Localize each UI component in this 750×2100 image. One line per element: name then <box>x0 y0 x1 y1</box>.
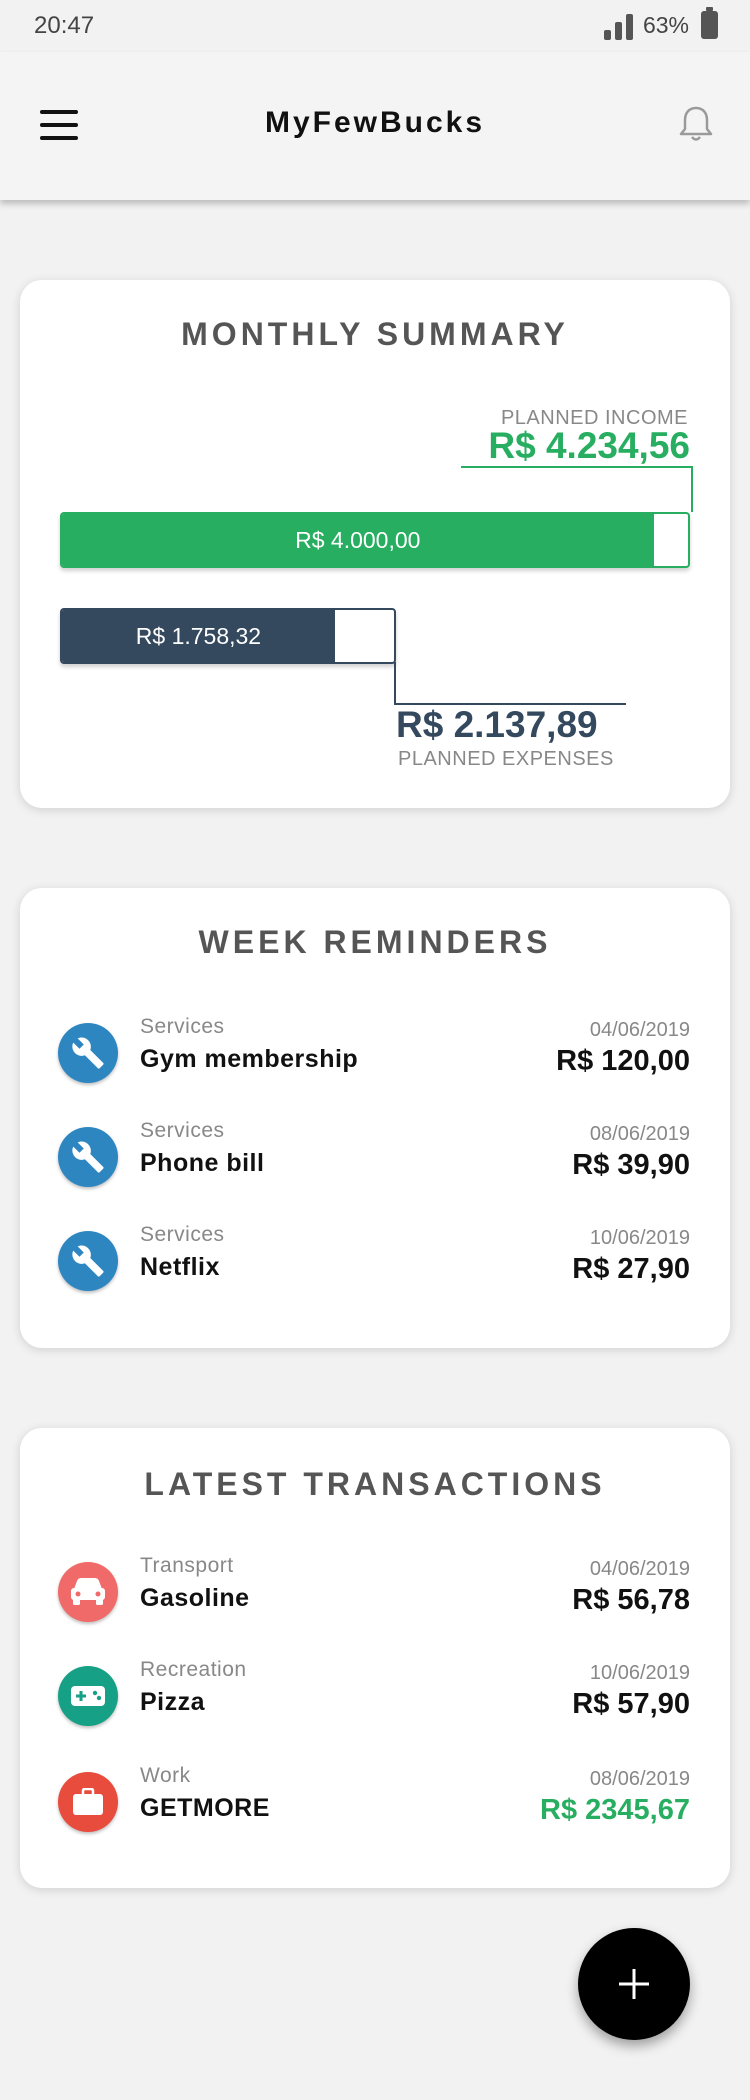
income-connector-line <box>461 466 693 512</box>
transaction-amount: R$ 57,90 <box>572 1688 690 1720</box>
list-item[interactable]: Services Gym membership 04/06/2019 R$ 12… <box>20 1013 730 1117</box>
reminder-category: Services <box>140 1223 225 1246</box>
reminder-date: 08/06/2019 <box>589 1123 690 1145</box>
transaction-date: 08/06/2019 <box>589 1768 690 1790</box>
car-icon <box>58 1562 118 1622</box>
reminder-name: Netflix <box>140 1253 220 1281</box>
wrench-icon <box>58 1023 118 1083</box>
list-item[interactable]: Work GETMORE 08/06/2019 R$ 2345,67 <box>20 1762 730 1866</box>
expenses-progress-fill: R$ 1.758,32 <box>62 610 335 662</box>
signal-icon <box>603 10 633 40</box>
transaction-name: GETMORE <box>140 1794 270 1822</box>
reminder-name: Phone bill <box>140 1149 265 1177</box>
transaction-date: 10/06/2019 <box>589 1662 690 1684</box>
list-item[interactable]: Services Netflix 10/06/2019 R$ 27,90 <box>20 1221 730 1325</box>
week-reminders-card: WEEK REMINDERS Services Gym membership 0… <box>20 888 730 1348</box>
status-time: 20:47 <box>34 12 95 39</box>
list-item[interactable]: Recreation Pizza 10/06/2019 R$ 57,90 <box>20 1656 730 1760</box>
battery-percent: 63% <box>642 11 689 38</box>
wrench-icon <box>58 1127 118 1187</box>
list-item[interactable]: Transport Gasoline 04/06/2019 R$ 56,78 <box>20 1552 730 1656</box>
reminder-name: Gym membership <box>140 1045 359 1073</box>
latest-transactions-title: LATEST TRANSACTIONS <box>144 1466 606 1502</box>
reminder-amount: R$ 39,90 <box>572 1149 690 1181</box>
app-bar: MyFewBucks <box>0 52 750 200</box>
planned-income-value: R$ 4.234,56 <box>488 425 690 466</box>
expenses-actual-value: R$ 1.758,32 <box>135 622 262 649</box>
income-progress-fill: R$ 4.000,00 <box>62 514 654 566</box>
list-item[interactable]: Services Phone bill 08/06/2019 R$ 39,90 <box>20 1117 730 1221</box>
monthly-summary-card: MONTHLY SUMMARY PLANNED INCOME R$ 4.234,… <box>20 280 730 808</box>
add-transaction-button[interactable] <box>578 1928 690 2040</box>
reminder-date: 10/06/2019 <box>589 1227 690 1249</box>
status-bar: 20:47 63% <box>0 0 750 52</box>
planned-expenses-value: R$ 2.137,89 <box>396 704 598 745</box>
plus-icon <box>619 1969 649 1999</box>
income-progress-bar: R$ 4.000,00 <box>60 512 690 568</box>
transaction-name: Gasoline <box>140 1584 250 1612</box>
income-actual-value: R$ 4.000,00 <box>295 526 421 553</box>
monthly-summary-title: MONTHLY SUMMARY <box>181 316 569 352</box>
expenses-connector-line <box>394 662 626 705</box>
transaction-amount: R$ 56,78 <box>572 1584 690 1616</box>
reminder-amount: R$ 27,90 <box>572 1253 690 1285</box>
reminders-list: Services Gym membership 04/06/2019 R$ 12… <box>20 1013 730 1325</box>
bell-icon[interactable] <box>674 102 718 146</box>
transactions-list: Transport Gasoline 04/06/2019 R$ 56,78 R… <box>20 1552 730 1866</box>
reminder-amount: R$ 120,00 <box>556 1045 690 1077</box>
wrench-icon <box>58 1231 118 1291</box>
week-reminders-title: WEEK REMINDERS <box>198 924 552 960</box>
gamepad-icon <box>58 1666 118 1726</box>
transaction-category: Recreation <box>140 1658 247 1681</box>
transaction-category: Transport <box>140 1554 234 1577</box>
briefcase-icon <box>58 1772 118 1832</box>
latest-transactions-card: LATEST TRANSACTIONS Transport Gasoline 0… <box>20 1428 730 1888</box>
app-title: MyFewBucks <box>264 106 486 139</box>
expenses-progress-bar: R$ 1.758,32 <box>60 608 396 664</box>
transaction-name: Pizza <box>140 1688 206 1716</box>
transaction-amount: R$ 2345,67 <box>540 1794 690 1826</box>
planned-expenses-label: PLANNED EXPENSES <box>398 748 614 770</box>
battery-icon <box>701 7 718 39</box>
transaction-date: 04/06/2019 <box>589 1558 690 1580</box>
transaction-category: Work <box>140 1764 191 1787</box>
status-indicators: 63% <box>603 7 718 40</box>
reminder-category: Services <box>140 1119 225 1142</box>
reminder-category: Services <box>140 1015 225 1038</box>
reminder-date: 04/06/2019 <box>589 1019 690 1041</box>
